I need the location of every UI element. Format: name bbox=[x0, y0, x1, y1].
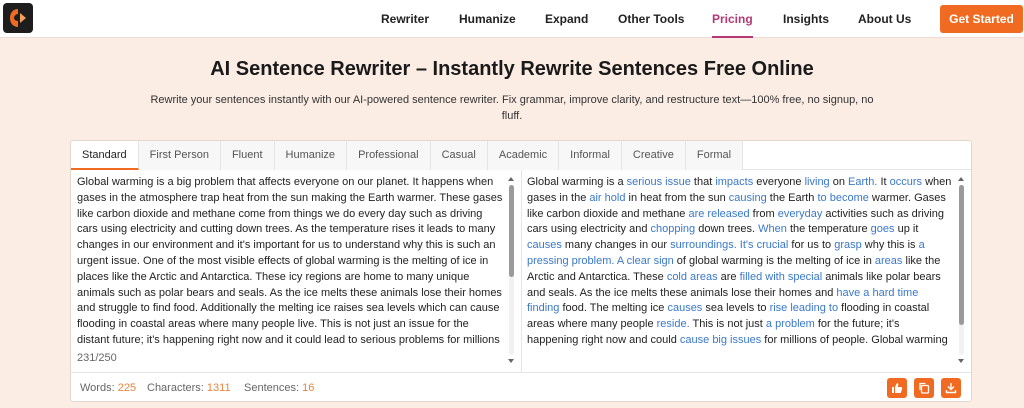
nav-humanize[interactable]: Humanize bbox=[459, 0, 516, 38]
changed-phrase[interactable]: cause big issues bbox=[680, 334, 761, 346]
tab-casual[interactable]: Casual bbox=[430, 141, 488, 170]
scrollbar-thumb[interactable] bbox=[509, 185, 514, 277]
changed-phrase[interactable]: air hold bbox=[589, 192, 625, 204]
changed-phrase[interactable]: Earth. bbox=[848, 176, 877, 188]
output-segment: It bbox=[877, 176, 890, 188]
output-segment: the temperature bbox=[786, 223, 871, 236]
changed-phrase[interactable]: everyday bbox=[778, 208, 823, 220]
tab-creative[interactable]: Creative bbox=[621, 141, 686, 170]
scroll-up-arrow-icon[interactable] bbox=[958, 177, 964, 181]
changed-phrase[interactable]: living bbox=[805, 176, 830, 188]
output-segment: on bbox=[829, 176, 849, 188]
character-count: Characters: 1311 bbox=[147, 382, 231, 394]
tab-professional[interactable]: Professional bbox=[347, 141, 431, 170]
changed-phrase[interactable]: a problem bbox=[766, 318, 815, 330]
get-started-button[interactable]: Get Started bbox=[940, 5, 1023, 33]
word-count-value: 225 bbox=[117, 382, 137, 394]
changed-phrase[interactable]: reside. bbox=[657, 318, 690, 330]
copy-button[interactable] bbox=[914, 378, 934, 398]
output-segment: in heat from the sun bbox=[625, 191, 729, 204]
tab-academic[interactable]: Academic bbox=[487, 141, 560, 170]
pane-divider bbox=[521, 170, 522, 372]
changed-phrase[interactable]: to become bbox=[817, 192, 868, 204]
output-segment: the Earth bbox=[766, 191, 818, 204]
output-segment: for us to bbox=[788, 239, 835, 252]
output-segment: Global warming is a bbox=[527, 176, 627, 188]
changed-phrase[interactable]: rise leading to bbox=[770, 302, 839, 314]
changed-phrase[interactable]: cold areas bbox=[667, 271, 718, 283]
changed-phrase[interactable]: goes bbox=[871, 223, 895, 235]
changed-phrase[interactable]: chopping bbox=[651, 223, 696, 235]
changed-phrase[interactable]: areas bbox=[875, 255, 903, 267]
changed-phrase[interactable]: grasp bbox=[834, 239, 862, 251]
output-segment: why this is bbox=[861, 239, 919, 252]
tab-formal[interactable]: Formal bbox=[685, 141, 744, 170]
like-button[interactable] bbox=[887, 378, 907, 398]
output-segment: sea levels to bbox=[702, 302, 770, 315]
navbar: Rewriter Humanize Expand Other Tools Pri… bbox=[0, 0, 1024, 38]
tab-fluent[interactable]: Fluent bbox=[220, 141, 275, 170]
page-title: AI Sentence Rewriter – Instantly Rewrite… bbox=[210, 58, 814, 80]
scroll-up-arrow-icon[interactable] bbox=[508, 177, 514, 181]
output-segment: everyone bbox=[753, 176, 805, 188]
tab-first-person[interactable]: First Person bbox=[138, 141, 221, 170]
nav-other-tools[interactable]: Other Tools bbox=[618, 0, 684, 38]
download-button[interactable] bbox=[941, 378, 961, 398]
changed-phrase[interactable]: filled with special bbox=[740, 271, 823, 283]
input-scrollbar[interactable] bbox=[508, 177, 515, 363]
output-segment: are bbox=[717, 270, 740, 283]
output-segment: food. The melting ice bbox=[559, 302, 668, 315]
output-segment: of global warming is the melting of ice … bbox=[673, 254, 875, 267]
output-text: Global warming is a serious issue that i… bbox=[527, 175, 953, 365]
logo[interactable] bbox=[3, 3, 33, 33]
rewriter-card: Standard First Person Fluent Humanize Pr… bbox=[70, 140, 972, 402]
character-count-label: Characters: bbox=[147, 382, 204, 394]
changed-phrase[interactable]: causes bbox=[527, 239, 562, 251]
changed-phrase[interactable]: causing bbox=[729, 192, 767, 204]
copy-icon bbox=[919, 382, 930, 394]
changed-phrase[interactable]: occurs bbox=[890, 176, 922, 188]
nav-expand[interactable]: Expand bbox=[545, 0, 588, 38]
nav-insights[interactable]: Insights bbox=[783, 0, 829, 38]
output-segment: that bbox=[690, 176, 716, 188]
page-subtitle: Rewrite your sentences instantly with ou… bbox=[150, 94, 874, 122]
character-counter: 231/250 bbox=[77, 352, 123, 364]
input-textarea[interactable]: Global warming is a big problem that aff… bbox=[77, 175, 503, 365]
mode-tabs: Standard First Person Fluent Humanize Pr… bbox=[71, 141, 971, 170]
output-segment: down trees. bbox=[695, 223, 759, 236]
output-segment: many changes in our bbox=[561, 239, 671, 252]
output-segment: up it bbox=[894, 223, 919, 236]
word-count: Words: 225 bbox=[80, 382, 136, 394]
sentence-count-label: Sentences: bbox=[244, 382, 300, 394]
sentence-count-value: 16 bbox=[302, 382, 315, 394]
scroll-down-arrow-icon[interactable] bbox=[508, 359, 514, 363]
scrollbar-thumb[interactable] bbox=[959, 185, 964, 325]
changed-phrase[interactable]: are released bbox=[688, 208, 749, 220]
word-count-label: Words: bbox=[80, 382, 115, 394]
nav-rewriter[interactable]: Rewriter bbox=[381, 0, 429, 38]
changed-phrase[interactable]: When bbox=[758, 223, 787, 235]
tab-humanize[interactable]: Humanize bbox=[274, 141, 348, 170]
scroll-down-arrow-icon[interactable] bbox=[958, 359, 964, 363]
output-scrollbar[interactable] bbox=[958, 177, 965, 363]
stats-footer: Words: 225 Characters: 1311 Sentences: 1… bbox=[71, 372, 971, 401]
changed-phrase[interactable]: impacts bbox=[715, 176, 753, 188]
output-segment: for millions of people. Global warming bbox=[761, 333, 948, 346]
output-segment: This is not just bbox=[689, 318, 766, 331]
changed-phrase[interactable]: serious issue bbox=[627, 176, 691, 188]
download-icon bbox=[945, 383, 957, 394]
nav-pricing[interactable]: Pricing bbox=[712, 0, 753, 38]
changed-phrase[interactable]: surroundings. It's crucial bbox=[670, 239, 788, 251]
output-segment: from bbox=[749, 207, 778, 220]
nav-about-us[interactable]: About Us bbox=[858, 0, 911, 38]
changed-phrase[interactable]: causes bbox=[667, 302, 702, 314]
logo-icon bbox=[10, 9, 26, 27]
tab-standard[interactable]: Standard bbox=[71, 141, 139, 170]
character-count-value: 1311 bbox=[206, 382, 231, 394]
tab-informal[interactable]: Informal bbox=[559, 141, 622, 170]
thumbs-up-icon bbox=[892, 383, 903, 393]
sentence-count: Sentences: 16 bbox=[244, 382, 314, 394]
